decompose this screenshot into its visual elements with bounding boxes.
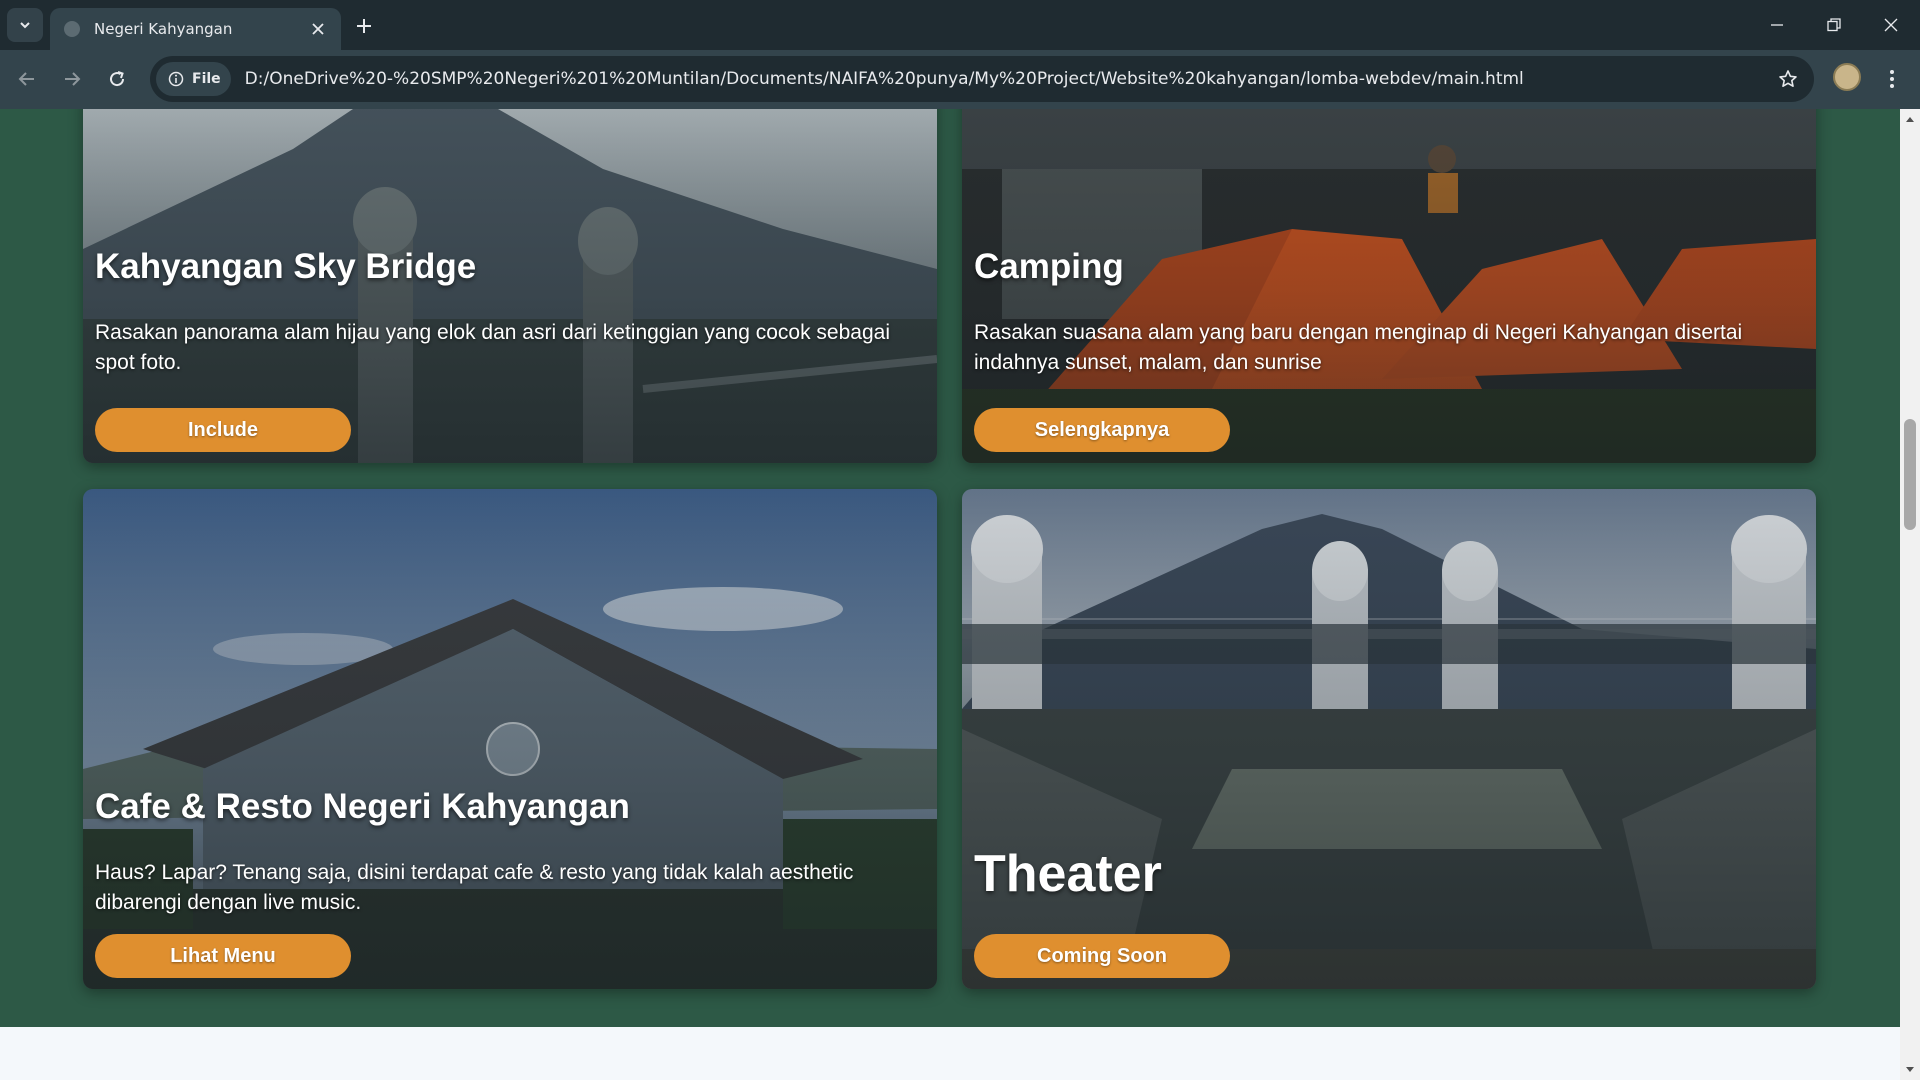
globe-icon [64,21,80,37]
card-title: Theater [974,845,1162,903]
browser-tab[interactable]: Negeri Kahyangan [50,8,341,50]
browser-tabstrip: Negeri Kahyangan [0,0,1920,50]
card-cafe-resto: Cafe & Resto Negeri Kahyangan Haus? Lapa… [83,489,937,989]
tab-search-button[interactable] [7,8,43,42]
site-info-chip[interactable]: File [156,62,231,96]
arrow-left-icon [18,72,34,86]
card-description: Rasakan suasana alam yang baru dengan me… [974,321,1743,374]
url-text[interactable]: D:/OneDrive%20-%20SMP%20Negeri%201%20Mun… [245,69,1524,89]
profile-avatar[interactable] [1833,63,1861,91]
page-footer [0,1027,1900,1080]
tab-close-button[interactable] [307,18,329,40]
bookmark-button[interactable] [1774,65,1802,93]
reload-button[interactable] [100,62,134,96]
card-description: Haus? Lapar? Tenang saja, disini terdapa… [95,861,854,914]
close-icon [1884,18,1898,32]
caret-down-icon [1906,1067,1914,1072]
info-icon [168,71,184,87]
restore-icon [1827,18,1841,32]
reload-icon [110,71,125,87]
chevron-down-icon [20,22,30,29]
card-title: Camping [974,247,1124,286]
card-overlay [962,489,1816,989]
scroll-down-button[interactable] [1904,1064,1916,1076]
lihat-menu-button[interactable]: Lihat Menu [95,934,351,978]
close-window-button[interactable] [1862,0,1920,50]
card-title: Cafe & Resto Negeri Kahyangan [95,787,630,826]
address-bar[interactable]: File D:/OneDrive%20-%20SMP%20Negeri%201%… [150,56,1814,102]
plus-icon [357,19,371,33]
tab-title: Negeri Kahyangan [94,20,233,38]
minimize-button[interactable] [1748,0,1806,50]
caret-up-icon [1906,117,1914,122]
browser-toolbar: File D:/OneDrive%20-%20SMP%20Negeri%201%… [0,50,1920,109]
card-title: Kahyangan Sky Bridge [95,247,477,286]
site-chip-label: File [192,71,221,87]
scroll-up-button[interactable] [1904,113,1916,125]
card-camping: Camping Rasakan suasana alam yang baru d… [962,109,1816,463]
minimize-icon [1771,24,1783,26]
close-icon [312,23,324,35]
new-tab-button[interactable] [350,12,378,40]
card-theater: Theater Coming Soon [962,489,1816,989]
arrow-right-icon [65,72,81,86]
star-icon [1779,70,1797,87]
kebab-menu-icon [1890,70,1894,88]
page-scrollbar[interactable] [1900,109,1920,1080]
forward-button[interactable] [55,62,89,96]
card-description: Rasakan panorama alam hijau yang elok da… [95,321,890,374]
scrollbar-thumb[interactable] [1904,419,1916,530]
coming-soon-button[interactable]: Coming Soon [974,934,1230,978]
include-button[interactable]: Include [95,408,351,452]
back-button[interactable] [10,62,44,96]
selengkapnya-button[interactable]: Selengkapnya [974,408,1230,452]
restore-button[interactable] [1805,0,1863,50]
card-sky-bridge: Kahyangan Sky Bridge Rasakan panorama al… [83,109,937,463]
page-viewport: Kahyangan Sky Bridge Rasakan panorama al… [0,109,1900,1080]
browser-menu-button[interactable] [1880,62,1904,96]
